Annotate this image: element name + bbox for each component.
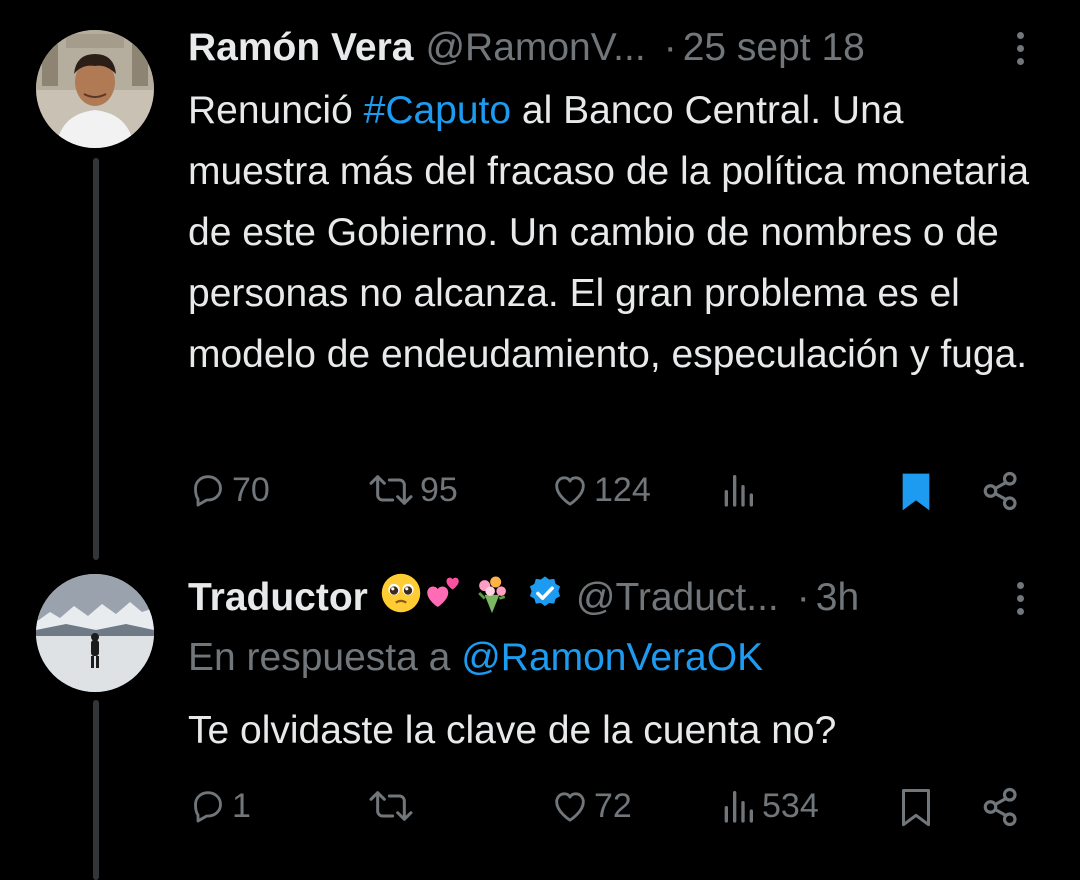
bookmark-button[interactable]	[896, 470, 936, 514]
views-icon	[724, 475, 753, 507]
retweet-icon	[369, 475, 413, 505]
bookmark-icon	[902, 473, 930, 511]
avatar[interactable]	[36, 574, 154, 692]
retweet-button[interactable]	[366, 786, 420, 826]
timestamp[interactable]: 3h	[816, 576, 859, 620]
bookmark-button[interactable]	[896, 786, 936, 830]
tweet-header: Traductor @Traduct... · 3h	[188, 570, 859, 626]
user-handle[interactable]: @RamonV...	[425, 26, 645, 70]
bookmark-icon	[902, 789, 930, 827]
avatar[interactable]	[36, 30, 154, 148]
views-button[interactable]	[718, 470, 762, 510]
reply-button[interactable]: 1	[188, 786, 251, 826]
like-count: 124	[594, 470, 651, 509]
share-button[interactable]	[980, 470, 1022, 512]
display-name[interactable]: Traductor	[188, 576, 368, 620]
pleading-face-emoji	[380, 572, 422, 624]
like-button[interactable]: 72	[550, 786, 632, 826]
retweet-count: 95	[420, 470, 458, 509]
user-handle[interactable]: @Traduct...	[576, 576, 779, 620]
tweet-text: Te olvidaste la clave de la cuenta no?	[188, 700, 1048, 761]
display-name[interactable]: Ramón Vera	[188, 26, 413, 70]
hashtag-link[interactable]: #Caputo	[364, 89, 511, 132]
reply-count: 70	[232, 470, 270, 509]
share-icon	[983, 471, 1017, 511]
bouquet-emoji	[470, 571, 514, 625]
reply-icon	[194, 791, 222, 823]
more-icon[interactable]	[1006, 570, 1034, 626]
reply-context: En respuesta a @RamonVeraOK	[188, 636, 763, 680]
timestamp[interactable]: 25 sept 18	[683, 26, 865, 70]
retweet-button[interactable]: 95	[366, 470, 458, 510]
share-button[interactable]	[980, 786, 1022, 828]
reply-button[interactable]: 70	[188, 470, 270, 510]
views-button[interactable]: 534	[718, 786, 819, 826]
thread-connector-line	[93, 700, 99, 880]
views-count: 534	[762, 786, 819, 825]
tweet-text-segment: al Banco Central. Una muestra más del fr…	[188, 89, 1030, 376]
heart-icon	[555, 792, 585, 822]
separator-dot: ·	[663, 26, 677, 69]
tweet-header: Ramón Vera @RamonV... · 25 sept 18	[188, 20, 865, 76]
views-icon	[724, 791, 753, 823]
thread-connector-line	[93, 158, 99, 560]
reply-prefix: En respuesta a	[188, 636, 451, 679]
like-count: 72	[594, 786, 632, 825]
more-icon[interactable]	[1006, 20, 1034, 76]
tweet-text-segment: Renunció	[188, 89, 364, 132]
reply-icon	[194, 475, 222, 507]
verified-badge-icon[interactable]	[526, 574, 564, 622]
reply-count: 1	[232, 786, 251, 825]
retweet-icon	[369, 791, 413, 821]
heart-icon	[555, 476, 585, 506]
tweet-text-segment: Te olvidaste la clave de la cuenta no?	[188, 709, 837, 752]
mention-link[interactable]: @RamonVeraOK	[461, 636, 763, 679]
separator-dot: ·	[796, 576, 810, 619]
share-icon	[983, 787, 1017, 827]
tweet-text: Renunció #Caputo al Banco Central. Una m…	[188, 80, 1048, 385]
like-button[interactable]: 124	[550, 470, 651, 510]
two-hearts-emoji	[422, 572, 464, 624]
